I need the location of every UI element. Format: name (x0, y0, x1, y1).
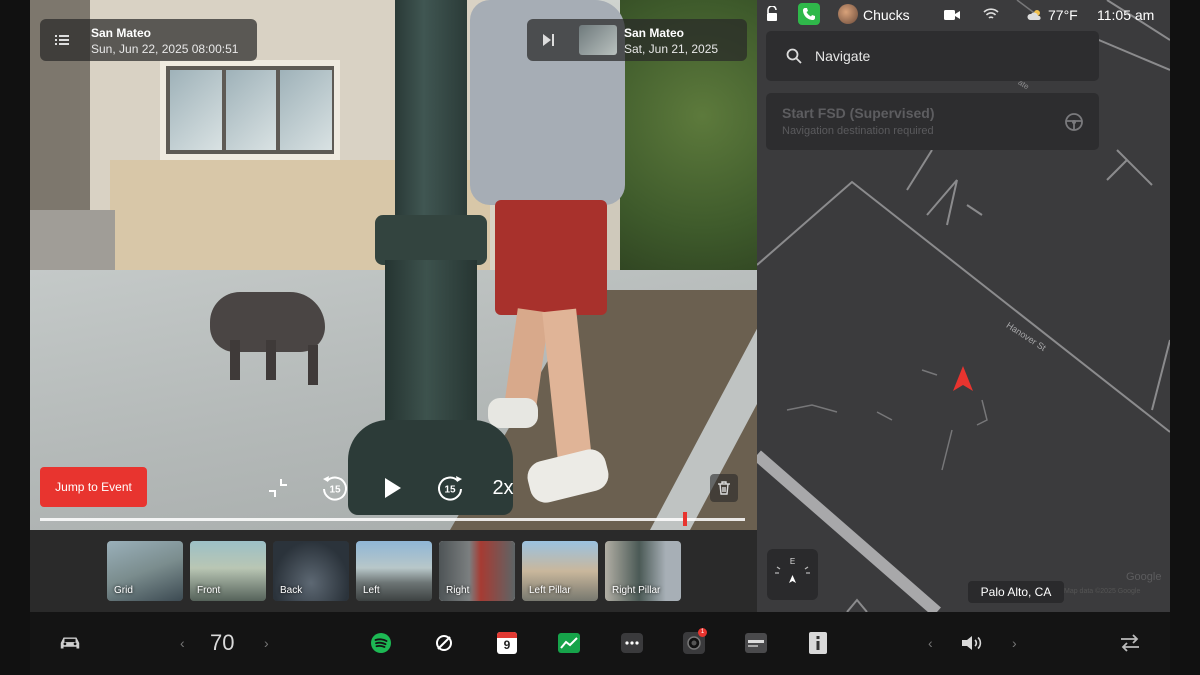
clip-location: San Mateo (91, 26, 152, 40)
exit-fullscreen-icon[interactable] (262, 474, 294, 502)
next-clip-location: San Mateo (624, 26, 685, 40)
map-view[interactable] (757, 0, 1170, 612)
vehicle-position-arrow-icon (951, 365, 975, 393)
bottom-dock (30, 612, 1170, 675)
playback-progress-bar[interactable] (40, 518, 745, 521)
tesla-screen: San Mateo Sun, Jun 22, 2025 08:00:51 San… (0, 0, 1200, 675)
map-roads (757, 0, 1170, 612)
start-fsd-button[interactable]: Start FSD (Supervised) Navigation destin… (766, 93, 1099, 150)
compass-heading: E (790, 557, 795, 566)
camera-thumb-right[interactable]: Right (439, 541, 515, 601)
camera-thumb-back[interactable]: Back (273, 541, 349, 601)
map-attribution: Google (1126, 571, 1162, 583)
calendar-icon[interactable]: 9 (495, 631, 519, 655)
volume-decrease-button[interactable]: ‹ (928, 635, 933, 651)
next-clip-tag[interactable]: San Mateo Sat, Jun 21, 2025 (527, 19, 747, 61)
camera-thumb-front[interactable]: Front (190, 541, 266, 601)
skip-next-icon (540, 32, 556, 48)
skip-forward-button[interactable]: 15 (433, 471, 467, 505)
clip-datetime: Sun, Jun 22, 2025 08:00:51 (91, 42, 239, 56)
current-clip-tag[interactable]: San Mateo Sun, Jun 22, 2025 08:00:51 (40, 19, 257, 61)
temp-increase-button[interactable]: › (264, 635, 269, 651)
spotify-icon[interactable] (369, 631, 393, 655)
fsd-subtitle: Navigation destination required (782, 125, 934, 137)
camera-footage (30, 0, 757, 530)
skip-forward-seconds: 15 (444, 485, 456, 496)
camera-icon[interactable] (944, 8, 960, 26)
camera-thumb-left[interactable]: Left (356, 541, 432, 601)
bezel-right (1170, 0, 1200, 675)
map-data-notice: Map data ©2025 Google (1064, 588, 1141, 595)
camera-thumb-label: Right (446, 585, 470, 596)
camera-thumb-label: Front (197, 585, 221, 596)
clock: 11:05 am (1097, 7, 1155, 23)
music-player-icon[interactable] (432, 631, 456, 655)
wifi-icon (983, 7, 999, 26)
play-icon (385, 478, 401, 498)
lock-icon[interactable] (765, 5, 779, 27)
phone-icon[interactable] (798, 3, 820, 25)
search-icon (786, 48, 802, 64)
camera-thumb-label: Left (363, 585, 380, 596)
camera-thumb-right-pillar[interactable]: Right Pillar (605, 541, 681, 601)
camera-thumb-grid[interactable]: Grid (107, 541, 183, 601)
swap-displays-icon[interactable] (1118, 631, 1142, 655)
play-button[interactable] (376, 471, 410, 505)
skip-back-button[interactable]: 15 (318, 471, 352, 505)
camera-thumb-label: Back (280, 585, 303, 596)
outside-temperature: 77°F (1048, 7, 1078, 23)
manual-icon[interactable] (806, 631, 830, 655)
navigate-search-box[interactable]: Navigate (766, 31, 1099, 81)
volume-icon[interactable] (960, 631, 984, 655)
trash-icon (718, 481, 730, 495)
camera-thumbnails: Grid Front Back Left Right Left Pillar R… (107, 541, 681, 601)
playback-speed-button[interactable]: 2x (484, 474, 522, 502)
temp-decrease-button[interactable]: ‹ (180, 635, 185, 651)
car-icon[interactable] (58, 631, 82, 655)
dashcam-badge: 1 (698, 628, 707, 637)
playback-scrubber[interactable] (683, 512, 688, 526)
jump-to-event-button[interactable]: Jump to Event (40, 467, 147, 507)
toybox-icon[interactable] (744, 631, 768, 655)
volume-increase-button[interactable]: › (1012, 635, 1017, 651)
dashcam-viewer[interactable] (30, 0, 757, 530)
skip-back-seconds: 15 (329, 485, 341, 496)
profile-avatar[interactable] (838, 4, 858, 24)
camera-thumb-left-pillar[interactable]: Left Pillar (522, 541, 598, 601)
delete-button[interactable] (710, 474, 738, 502)
compass-button[interactable]: E (767, 549, 818, 600)
next-clip-date: Sat, Jun 21, 2025 (624, 42, 719, 56)
camera-thumb-label: Left Pillar (529, 585, 571, 596)
camera-thumb-label: Grid (114, 585, 133, 596)
bezel-left (0, 0, 30, 675)
navigate-placeholder: Navigate (815, 48, 871, 64)
weather-icon (1027, 8, 1043, 26)
location-chip: Palo Alto, CA (968, 581, 1064, 603)
steering-wheel-icon (1064, 112, 1084, 132)
calendar-day: 9 (503, 638, 511, 652)
profile-name[interactable]: Chucks (863, 7, 910, 23)
fsd-title: Start FSD (Supervised) (782, 105, 935, 121)
cabin-temperature[interactable]: 70 (210, 630, 234, 656)
more-apps-icon[interactable] (620, 631, 644, 655)
camera-thumb-label: Right Pillar (612, 585, 661, 596)
stocks-icon[interactable] (557, 631, 581, 655)
list-icon (54, 32, 70, 48)
next-clip-thumbnail (579, 25, 617, 55)
